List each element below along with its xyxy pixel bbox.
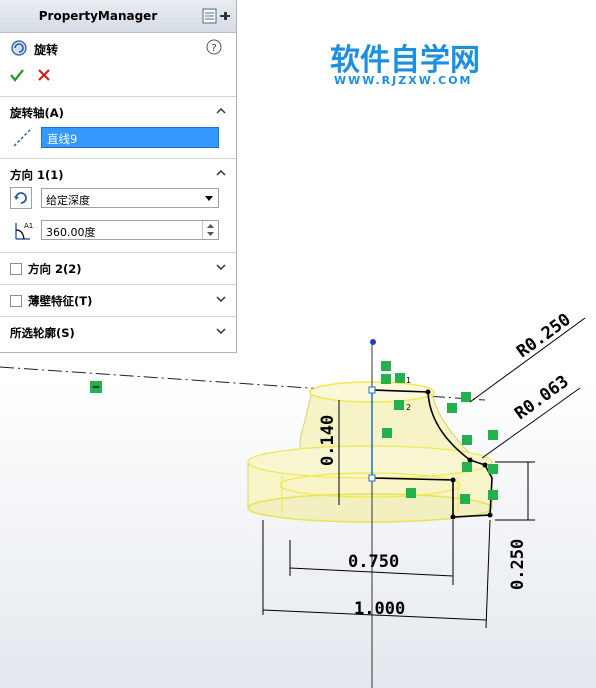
section-direction1-label: 方向 1(1) [10, 168, 64, 182]
chevron-down-icon[interactable] [216, 294, 226, 304]
help-icon[interactable]: ? [206, 39, 222, 55]
dimension-h1[interactable]: 0.140 [318, 415, 338, 466]
axis-selection-value: 直线9 [47, 132, 78, 146]
relation-label-2: 2 [406, 403, 411, 412]
revolve-icon [11, 40, 27, 56]
end-condition-row: 给定深度 [0, 187, 236, 211]
chevron-up-icon[interactable] [216, 106, 226, 116]
dimension-w1[interactable]: 0.750 [348, 552, 399, 572]
ok-button[interactable] [10, 68, 24, 82]
watermark-url: WWW.RJZXW.COM [334, 74, 473, 87]
panel-header: PropertyManager [0, 0, 236, 33]
dimension-w2[interactable]: 1.000 [354, 599, 405, 619]
dimension-r2[interactable]: R0.063 [511, 372, 572, 424]
chevron-up-icon[interactable] [216, 168, 226, 178]
dimension-h2[interactable]: 0.250 [508, 539, 528, 590]
axis-line-icon [13, 129, 31, 147]
axis-selection-field[interactable]: 直线9 [41, 127, 219, 148]
section-thin-header[interactable]: 薄壁特征(T) [0, 284, 236, 316]
section-contours-label: 所选轮廓(S) [10, 326, 75, 340]
angle-input[interactable]: 360.00度 [41, 220, 219, 240]
section-thin-label: 薄壁特征(T) [28, 294, 93, 308]
section-contours-header[interactable]: 所选轮廓(S) [0, 316, 236, 348]
section-direction1-header[interactable]: 方向 1(1) [0, 158, 236, 190]
watermark-title: 软件自学网 [330, 43, 480, 78]
reverse-direction-button[interactable] [10, 187, 32, 209]
svg-text:?: ? [211, 43, 216, 54]
property-manager: PropertyManager 旋转 ? 旋转轴(A) 直线9 方向 1(1) … [0, 0, 237, 353]
angle-icon: A1 [15, 222, 33, 240]
angle-row: A1 360.00度 [0, 218, 236, 244]
axis-row: 直线9 [0, 126, 236, 152]
action-row [0, 66, 236, 86]
chevron-down-icon[interactable] [216, 262, 226, 272]
feature-row: 旋转 ? [0, 38, 236, 60]
end-condition-value: 给定深度 [46, 194, 90, 207]
chevron-down-icon[interactable] [216, 326, 226, 336]
angle-spinner[interactable] [202, 221, 218, 239]
svg-text:A1: A1 [24, 222, 33, 230]
thin-feature-checkbox[interactable] [10, 295, 22, 307]
dropdown-arrow-icon [205, 196, 213, 201]
relation-label-1: 1 [406, 376, 411, 385]
end-condition-select[interactable]: 给定深度 [41, 188, 219, 208]
section-direction2-header[interactable]: 方向 2(2) [0, 252, 236, 284]
spinner-arrows-icon [207, 224, 214, 236]
angle-value: 360.00度 [46, 226, 96, 239]
direction2-checkbox[interactable] [10, 263, 22, 275]
reverse-direction-icon [14, 192, 27, 204]
feature-name: 旋转 [34, 43, 59, 57]
section-direction2-label: 方向 2(2) [28, 262, 82, 276]
panel-title: PropertyManager [38, 9, 158, 23]
cancel-button[interactable] [37, 68, 51, 82]
pin-icon[interactable] [202, 8, 232, 24]
section-axis-label: 旋转轴(A) [10, 106, 64, 120]
section-axis-header[interactable]: 旋转轴(A) [0, 96, 236, 128]
dimension-r1[interactable]: R0.250 [513, 310, 574, 362]
